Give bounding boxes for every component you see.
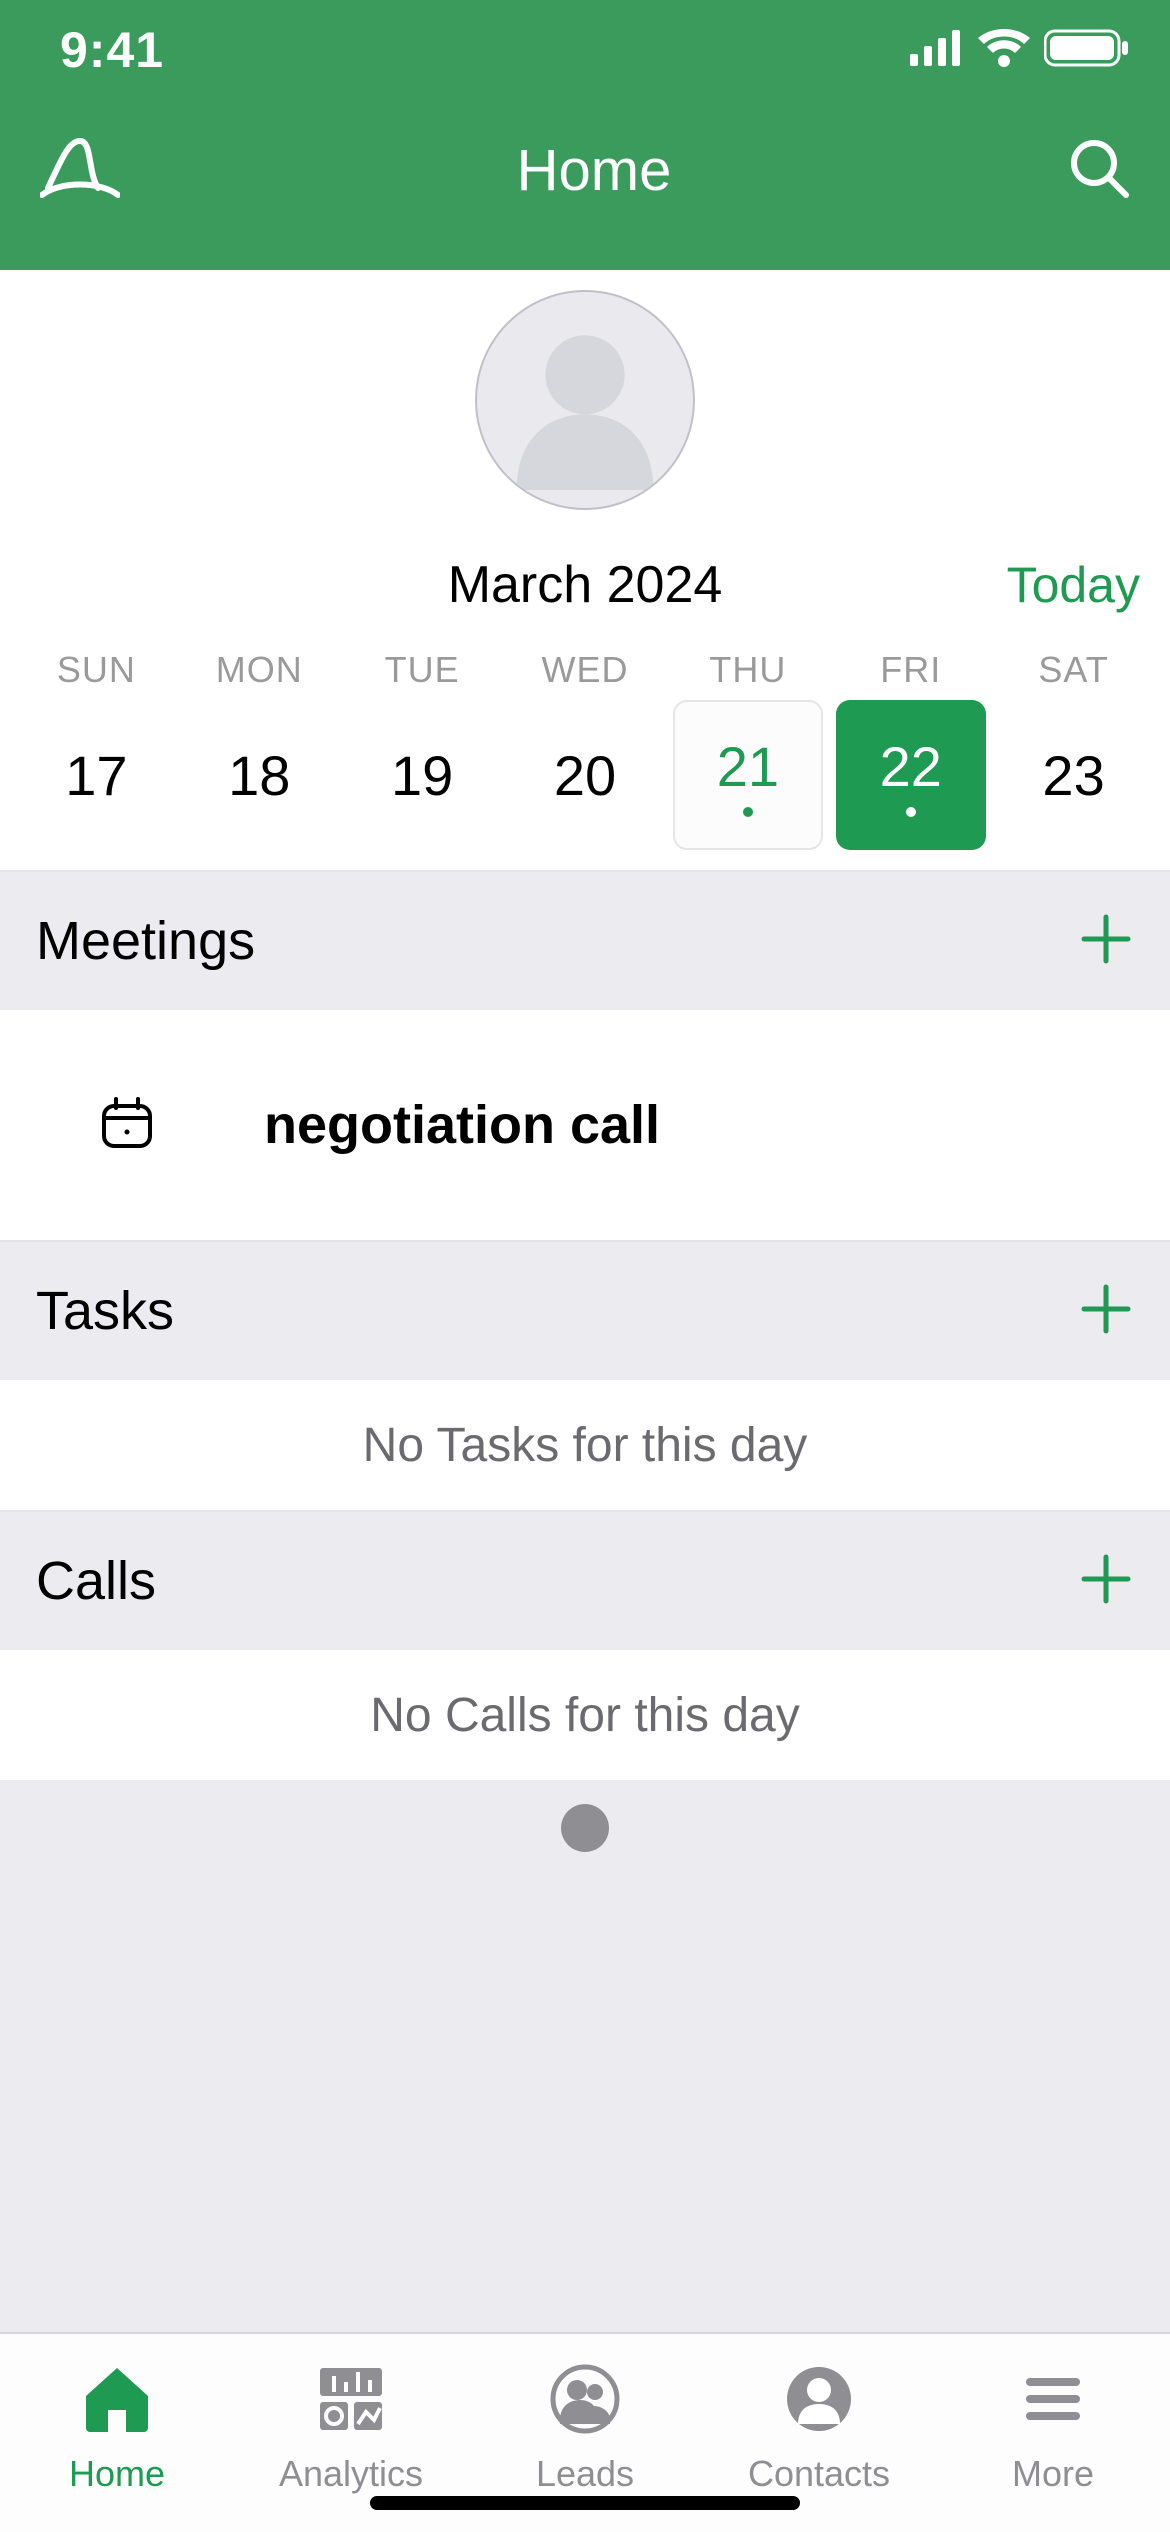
day-column-mon[interactable]: MON 18 (178, 640, 341, 850)
home-icon (80, 2362, 154, 2441)
tab-contacts[interactable]: Contacts (702, 2362, 936, 2495)
calendar-month-row: March 2024 Today (0, 530, 1170, 640)
calendar-icon (100, 1096, 154, 1155)
tasks-label: Tasks (36, 1280, 174, 1342)
wifi-icon (978, 29, 1030, 72)
day-name: SUN (57, 640, 136, 700)
date-cell-selected[interactable]: 22 (836, 700, 986, 850)
tab-analytics-label: Analytics (279, 2453, 423, 2495)
search-icon[interactable] (1068, 137, 1130, 204)
date-cell[interactable]: 18 (184, 700, 334, 850)
event-dot-icon (906, 807, 916, 817)
tab-contacts-label: Contacts (748, 2453, 890, 2495)
meetings-label: Meetings (36, 910, 255, 972)
day-name: WED (542, 640, 629, 700)
day-name: MON (216, 640, 303, 700)
meeting-item[interactable]: negotiation call (0, 1010, 1170, 1240)
tab-analytics[interactable]: Analytics (234, 2362, 468, 2495)
day-column-tue[interactable]: TUE 19 (341, 640, 504, 850)
day-column-fri[interactable]: FRI 22 (829, 640, 992, 850)
day-column-wed[interactable]: WED 20 (504, 640, 667, 850)
tab-leads[interactable]: Leads (468, 2362, 702, 2495)
tab-more-label: More (1012, 2453, 1094, 2495)
meeting-title: negotiation call (264, 1094, 660, 1156)
date-cell[interactable]: 20 (510, 700, 660, 850)
calls-empty-state: No Calls for this day (0, 1650, 1170, 1780)
leads-icon (548, 2362, 622, 2441)
tab-more[interactable]: More (936, 2362, 1170, 2495)
tasks-section-header: Tasks (0, 1240, 1170, 1380)
profile-area (0, 270, 1170, 530)
add-meeting-button[interactable] (1078, 911, 1134, 972)
content-spacer (0, 1780, 1170, 2332)
tab-home-label: Home (69, 2453, 165, 2495)
today-button[interactable]: Today (1007, 556, 1140, 614)
add-task-button[interactable] (1078, 1281, 1134, 1342)
date-cell[interactable]: 17 (21, 700, 171, 850)
status-bar: 9:41 (0, 0, 1170, 100)
date-cell[interactable]: 19 (347, 700, 497, 850)
day-name: FRI (880, 640, 941, 700)
day-column-sun[interactable]: SUN 17 (15, 640, 178, 850)
day-name: TUE (385, 640, 460, 700)
date-cell-today[interactable]: 21 (673, 700, 823, 850)
calls-empty-text: No Calls for this day (370, 1688, 800, 1743)
calls-label: Calls (36, 1550, 156, 1612)
tab-leads-label: Leads (536, 2453, 634, 2495)
app-header: Home (0, 100, 1170, 270)
event-dot-icon (743, 807, 753, 817)
tasks-empty-state: No Tasks for this day (0, 1380, 1170, 1510)
add-call-button[interactable] (1078, 1551, 1134, 1612)
calendar-week: SUN 17 MON 18 TUE 19 WED 20 THU 21 FRI 2… (0, 640, 1170, 870)
battery-icon (1044, 28, 1130, 73)
tab-home[interactable]: Home (0, 2362, 234, 2495)
day-column-thu[interactable]: THU 21 (666, 640, 829, 850)
day-name: THU (709, 640, 786, 700)
page-indicator-dot (561, 1804, 609, 1852)
month-label: March 2024 (448, 555, 723, 615)
avatar[interactable] (475, 290, 695, 510)
date-cell[interactable]: 23 (999, 700, 1149, 850)
meetings-section-header: Meetings (0, 870, 1170, 1010)
status-time: 9:41 (60, 21, 164, 79)
calls-section-header: Calls (0, 1510, 1170, 1650)
day-name: SAT (1038, 640, 1108, 700)
page-title: Home (517, 137, 672, 204)
analytics-icon (314, 2362, 388, 2441)
day-column-sat[interactable]: SAT 23 (992, 640, 1155, 850)
home-indicator[interactable] (370, 2496, 800, 2510)
more-icon (1016, 2362, 1090, 2441)
screen: 9:41 Home (0, 0, 1170, 2532)
contacts-icon (782, 2362, 856, 2441)
tasks-empty-text: No Tasks for this day (363, 1418, 808, 1473)
cellular-icon (910, 30, 964, 71)
logo-icon[interactable] (40, 133, 120, 208)
status-right-icons (910, 28, 1130, 73)
